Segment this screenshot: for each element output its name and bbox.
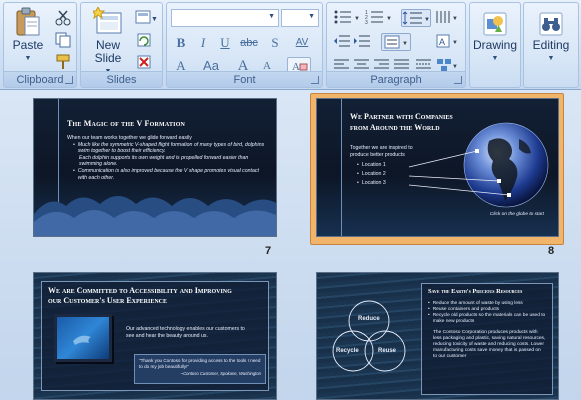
shadow-button[interactable]: S — [265, 33, 285, 53]
slide-7-waves — [34, 196, 276, 236]
paragraph-group-label: Paragraph — [327, 71, 465, 87]
svg-text:▼: ▼ — [386, 16, 392, 22]
slide-7-subtext: Each dolphin supports its own weight and… — [79, 154, 249, 168]
drawing-label: Drawing — [472, 38, 517, 52]
svg-text:3: 3 — [365, 20, 368, 25]
slides-group-label: Slides — [81, 71, 162, 87]
slide-7-body: When our team works together we glide fo… — [67, 135, 267, 181]
strikethrough-button[interactable]: abc — [237, 33, 261, 53]
italic-button[interactable]: I — [193, 33, 213, 53]
bullets-icon[interactable]: ▼ — [333, 9, 361, 27]
location-2[interactable]: Location 2 — [357, 170, 386, 179]
copy-icon[interactable] — [54, 31, 72, 49]
align-text-icon[interactable]: ▼ — [381, 33, 411, 51]
globe-graphic[interactable] — [389, 121, 554, 216]
editing-group[interactable]: Editing ▼ — [523, 2, 579, 88]
ribbon: Paste ▼ Clipboard New Slide ▼ Slides ▼ ▼… — [0, 0, 581, 90]
font-name-box[interactable]: ▼ — [171, 9, 279, 27]
new-slide-icon — [90, 5, 123, 37]
slide-9-body: Our advanced technology enables our cust… — [126, 326, 245, 339]
slide-10-bullets: Reduce the amount of waste by using less… — [428, 301, 546, 325]
slide-7-bullet: Communication is also improved because t… — [73, 168, 267, 181]
slide-9-panel: We are Committed to Accessibility and Im… — [41, 281, 269, 391]
slide-thumbnail-8[interactable]: We Partner with Companies from Around th… — [316, 98, 559, 237]
svg-text:▼: ▼ — [452, 40, 458, 46]
slide-number-7: 7 — [265, 245, 272, 257]
font-group-label: Font — [167, 71, 322, 87]
editing-caret-icon: ▼ — [547, 55, 555, 62]
svg-text:▼: ▼ — [354, 16, 360, 22]
slide-thumbnail-10[interactable]: Reduce Recycle Reuse Save the Earth's Pr… — [316, 272, 559, 400]
font-size-box[interactable]: ▼ — [281, 9, 319, 27]
paste-button[interactable]: Paste ▼ — [10, 7, 46, 65]
drawing-caret-icon: ▼ — [491, 55, 499, 62]
slide-number-8: 8 — [548, 245, 555, 257]
clipboard-group: Paste ▼ Clipboard — [3, 2, 77, 88]
slides-group: New Slide ▼ ▼ Slides — [80, 2, 163, 88]
underline-button[interactable]: U — [215, 33, 235, 53]
slide-9-quote-box: "Thank you Contoso for providing access … — [134, 354, 266, 384]
slide-10-body: The Contoso Corporation produces product… — [433, 330, 546, 359]
venn-recycle-label: Recycle — [336, 348, 359, 354]
columns-icon[interactable]: ▼ — [435, 9, 461, 27]
shapes-icon — [482, 11, 508, 37]
editing-label: Editing — [532, 38, 570, 52]
layout-icon[interactable]: ▼ — [135, 9, 158, 27]
slide-10-title: Save the Earth's Precious Resources — [428, 288, 523, 295]
line-spacing-icon[interactable]: ▼ — [401, 9, 431, 27]
format-painter-icon[interactable] — [54, 53, 72, 71]
slide-10-bullet: Recycle old products so the materials ca… — [428, 313, 546, 325]
drawing-group[interactable]: Drawing ▼ — [469, 2, 521, 88]
paste-icon — [15, 7, 41, 37]
font-group: ▼ ▼ B I U abc S AV A Aa A A A Font — [166, 2, 323, 88]
slide-thumbnail-9[interactable]: We are Committed to Accessibility and Im… — [33, 272, 277, 400]
slide-8-caption: Click on the globe to start — [489, 212, 544, 217]
svg-text:▼: ▼ — [424, 17, 430, 23]
venn-reduce-label: Reduce — [358, 316, 380, 322]
slide-9-quote-author: ~Contoso Customer, Spokane, Washington — [180, 371, 261, 377]
decrease-indent-icon[interactable] — [333, 33, 351, 51]
venn-reuse-label: Reuse — [378, 348, 397, 354]
paragraph-launcher-icon[interactable] — [454, 76, 462, 84]
svg-text:A: A — [439, 37, 445, 47]
dolphin-icon — [73, 335, 91, 345]
font-name-caret-icon: ▼ — [268, 13, 275, 20]
slide-7-title: The Magic of the V Formation — [67, 119, 186, 128]
svg-text:▼: ▼ — [151, 16, 157, 23]
svg-text:▼: ▼ — [402, 41, 408, 47]
slide-thumbnail-7[interactable]: The Magic of the V Formation When our te… — [33, 98, 277, 237]
new-slide-label: New Slide — [94, 38, 122, 65]
editing-button[interactable]: Editing ▼ — [524, 11, 578, 65]
text-direction-icon[interactable]: A ▼ — [435, 33, 461, 51]
slide-7-bullet: Much like the symmetric V-shaped flight … — [73, 142, 267, 155]
font-launcher-icon[interactable] — [311, 76, 319, 84]
increase-indent-icon[interactable] — [353, 33, 371, 51]
binoculars-icon — [538, 11, 564, 37]
delete-slide-icon[interactable] — [135, 53, 153, 71]
drawing-button[interactable]: Drawing ▼ — [470, 11, 520, 65]
paste-label: Paste — [12, 38, 44, 52]
paste-caret-icon: ▼ — [24, 55, 32, 62]
svg-text:▼: ▼ — [452, 64, 458, 70]
slide-8-divider — [341, 99, 342, 236]
clipboard-launcher-icon[interactable] — [65, 76, 73, 84]
slide-9-screen-image — [54, 314, 112, 362]
location-3[interactable]: Location 3 — [357, 179, 386, 188]
svg-text:▼: ▼ — [452, 16, 458, 22]
bold-button[interactable]: B — [171, 33, 191, 53]
location-1[interactable]: Location 1 — [357, 161, 386, 170]
slide-9-quote: "Thank you Contoso for providing access … — [139, 358, 261, 369]
reset-slide-icon[interactable] — [135, 31, 153, 49]
slide-10-venn — [332, 300, 406, 372]
paragraph-group: ▼ 1 2 3 ▼ ▼ ▼ ▼ A ▼ ▼ Paragraph — [326, 2, 466, 88]
numbering-icon[interactable]: 1 2 3 ▼ — [365, 9, 393, 27]
font-size-caret-icon: ▼ — [308, 13, 315, 20]
cut-icon[interactable] — [54, 9, 72, 27]
slide-9-title: We are Committed to Accessibility and Im… — [48, 286, 232, 305]
new-slide-button[interactable]: New Slide ▼ — [87, 5, 129, 78]
slide-10-text-panel: Save the Earth's Precious Resources Redu… — [421, 283, 553, 395]
slide-8-locations: Location 1 Location 2 Location 3 — [357, 161, 386, 188]
character-spacing-button[interactable]: AV — [287, 33, 317, 53]
slide-7-intro: When our team works together we glide fo… — [67, 135, 192, 141]
